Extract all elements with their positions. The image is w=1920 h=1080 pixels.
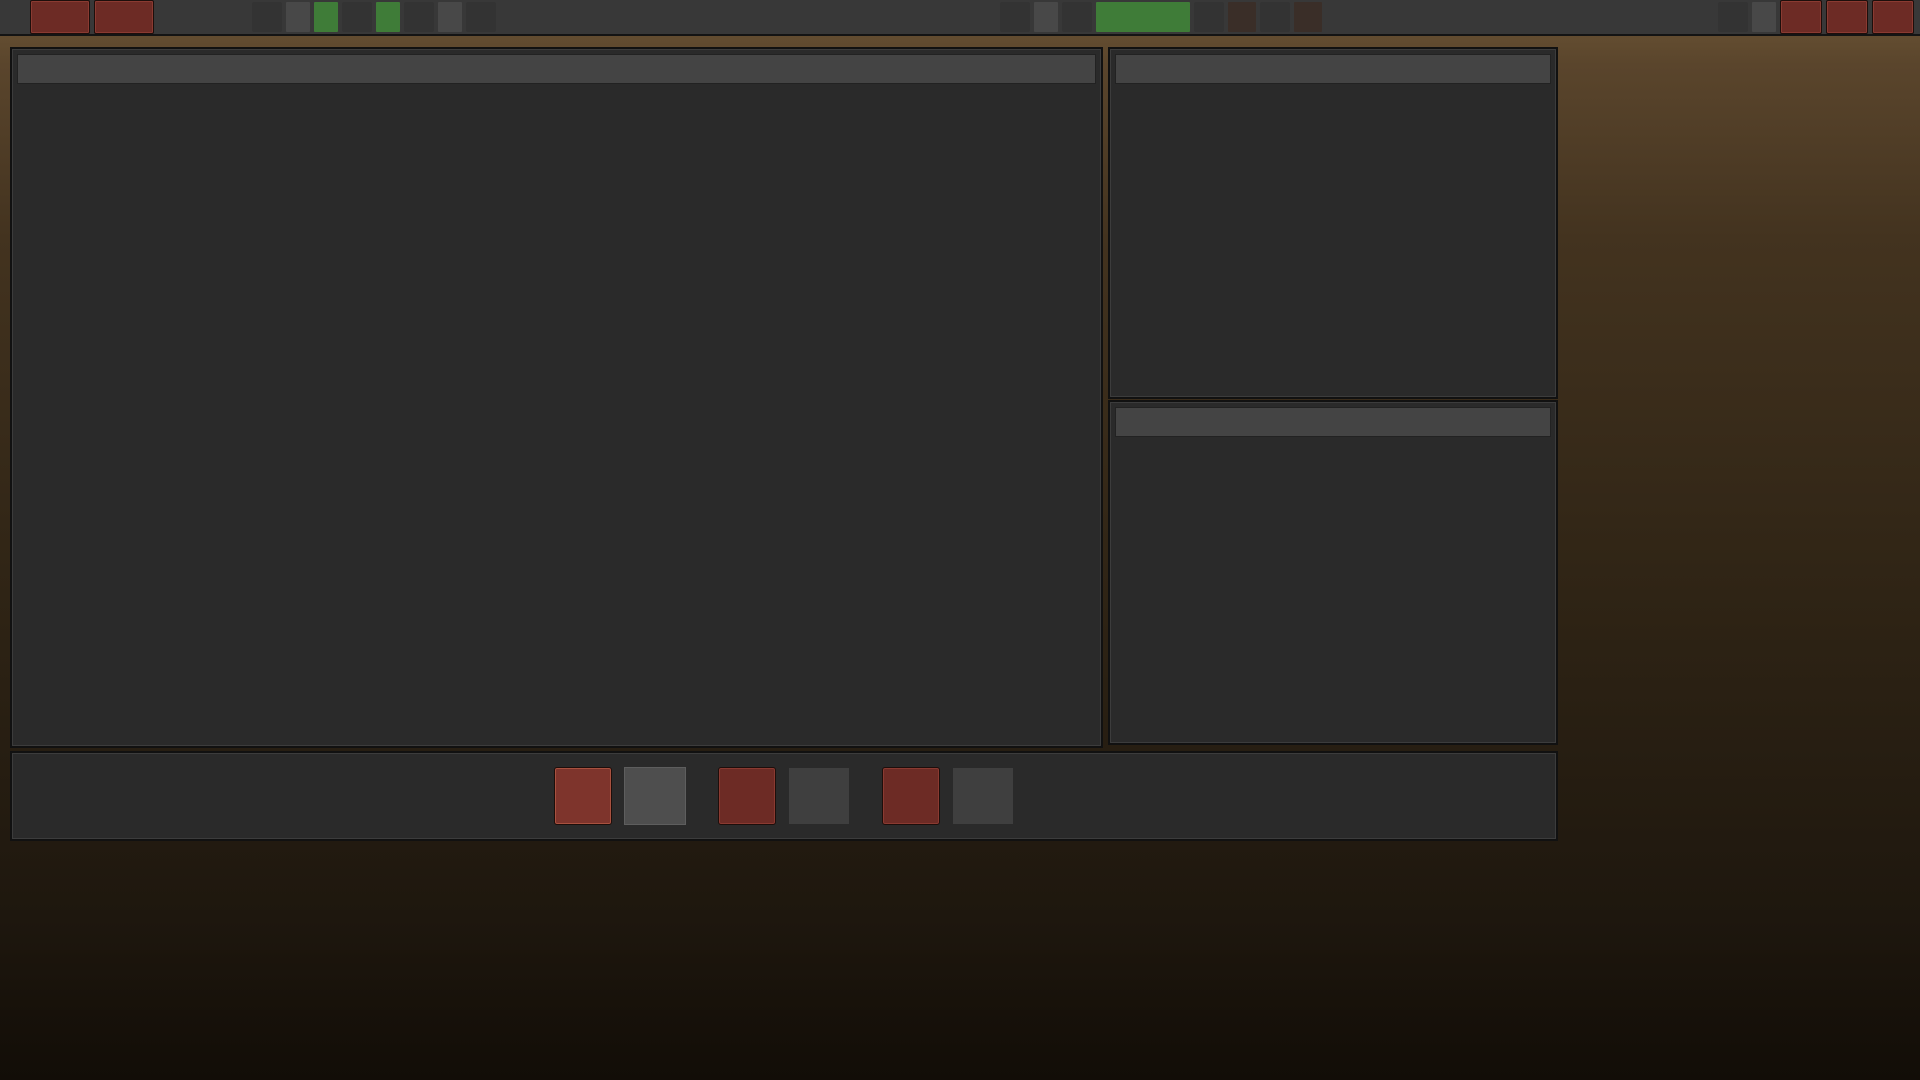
sales-income-badge bbox=[376, 2, 400, 32]
cash-value bbox=[286, 2, 310, 32]
expenses-pie-chart bbox=[1110, 548, 1556, 740]
dollar-icon bbox=[252, 2, 282, 32]
score-value bbox=[1752, 2, 1776, 32]
rating-value bbox=[1294, 2, 1322, 32]
close-button[interactable] bbox=[1872, 0, 1914, 34]
debt-value bbox=[438, 2, 462, 32]
calendar-button[interactable] bbox=[94, 0, 154, 34]
diamond-icon bbox=[1194, 2, 1224, 32]
expenses-legend bbox=[1110, 442, 1556, 446]
revenue-panel bbox=[1108, 47, 1558, 399]
expenses-panel-title bbox=[1115, 407, 1551, 437]
revenue-expenses-chart bbox=[18, 204, 1093, 744]
revenue-expenses-nav-label[interactable] bbox=[624, 767, 686, 825]
star-icon bbox=[1260, 2, 1290, 32]
coin-icon bbox=[466, 2, 496, 32]
revenue-panel-title bbox=[1115, 54, 1551, 84]
loans-nav-button[interactable] bbox=[718, 767, 776, 825]
country-flag-icon bbox=[926, 2, 972, 32]
play-button[interactable] bbox=[30, 0, 90, 34]
reports-button[interactable] bbox=[1826, 0, 1868, 34]
car-icon bbox=[342, 2, 372, 32]
top-bar bbox=[0, 0, 1920, 36]
save-button[interactable] bbox=[1780, 0, 1822, 34]
inventory-value bbox=[1096, 2, 1190, 32]
revenue-expenses-nav-button[interactable] bbox=[554, 767, 612, 825]
transactions-nav-button[interactable] bbox=[882, 767, 940, 825]
transactions-nav-label[interactable] bbox=[952, 767, 1014, 825]
rank-letter bbox=[500, 2, 524, 32]
prestige-value bbox=[1228, 2, 1256, 32]
main-menu-dock bbox=[0, 844, 1920, 878]
revenue-expenses-panel bbox=[10, 47, 1103, 748]
series-legend bbox=[12, 89, 1090, 93]
expenses-panel bbox=[1108, 400, 1558, 745]
net-income-badge bbox=[314, 2, 338, 32]
revenue-pie-chart bbox=[1110, 111, 1556, 391]
cubes-icon bbox=[1062, 2, 1092, 32]
revenue-legend bbox=[1110, 89, 1556, 93]
branch-count bbox=[1034, 2, 1058, 32]
globe-buildings-icon bbox=[1000, 2, 1030, 32]
game-screen bbox=[0, 0, 1920, 1080]
trophy-icon bbox=[1718, 2, 1748, 32]
loans-nav-label[interactable] bbox=[788, 767, 850, 825]
main-panel-title bbox=[17, 54, 1096, 84]
finance-nav-panel bbox=[10, 751, 1558, 841]
moneybag-icon bbox=[404, 2, 434, 32]
